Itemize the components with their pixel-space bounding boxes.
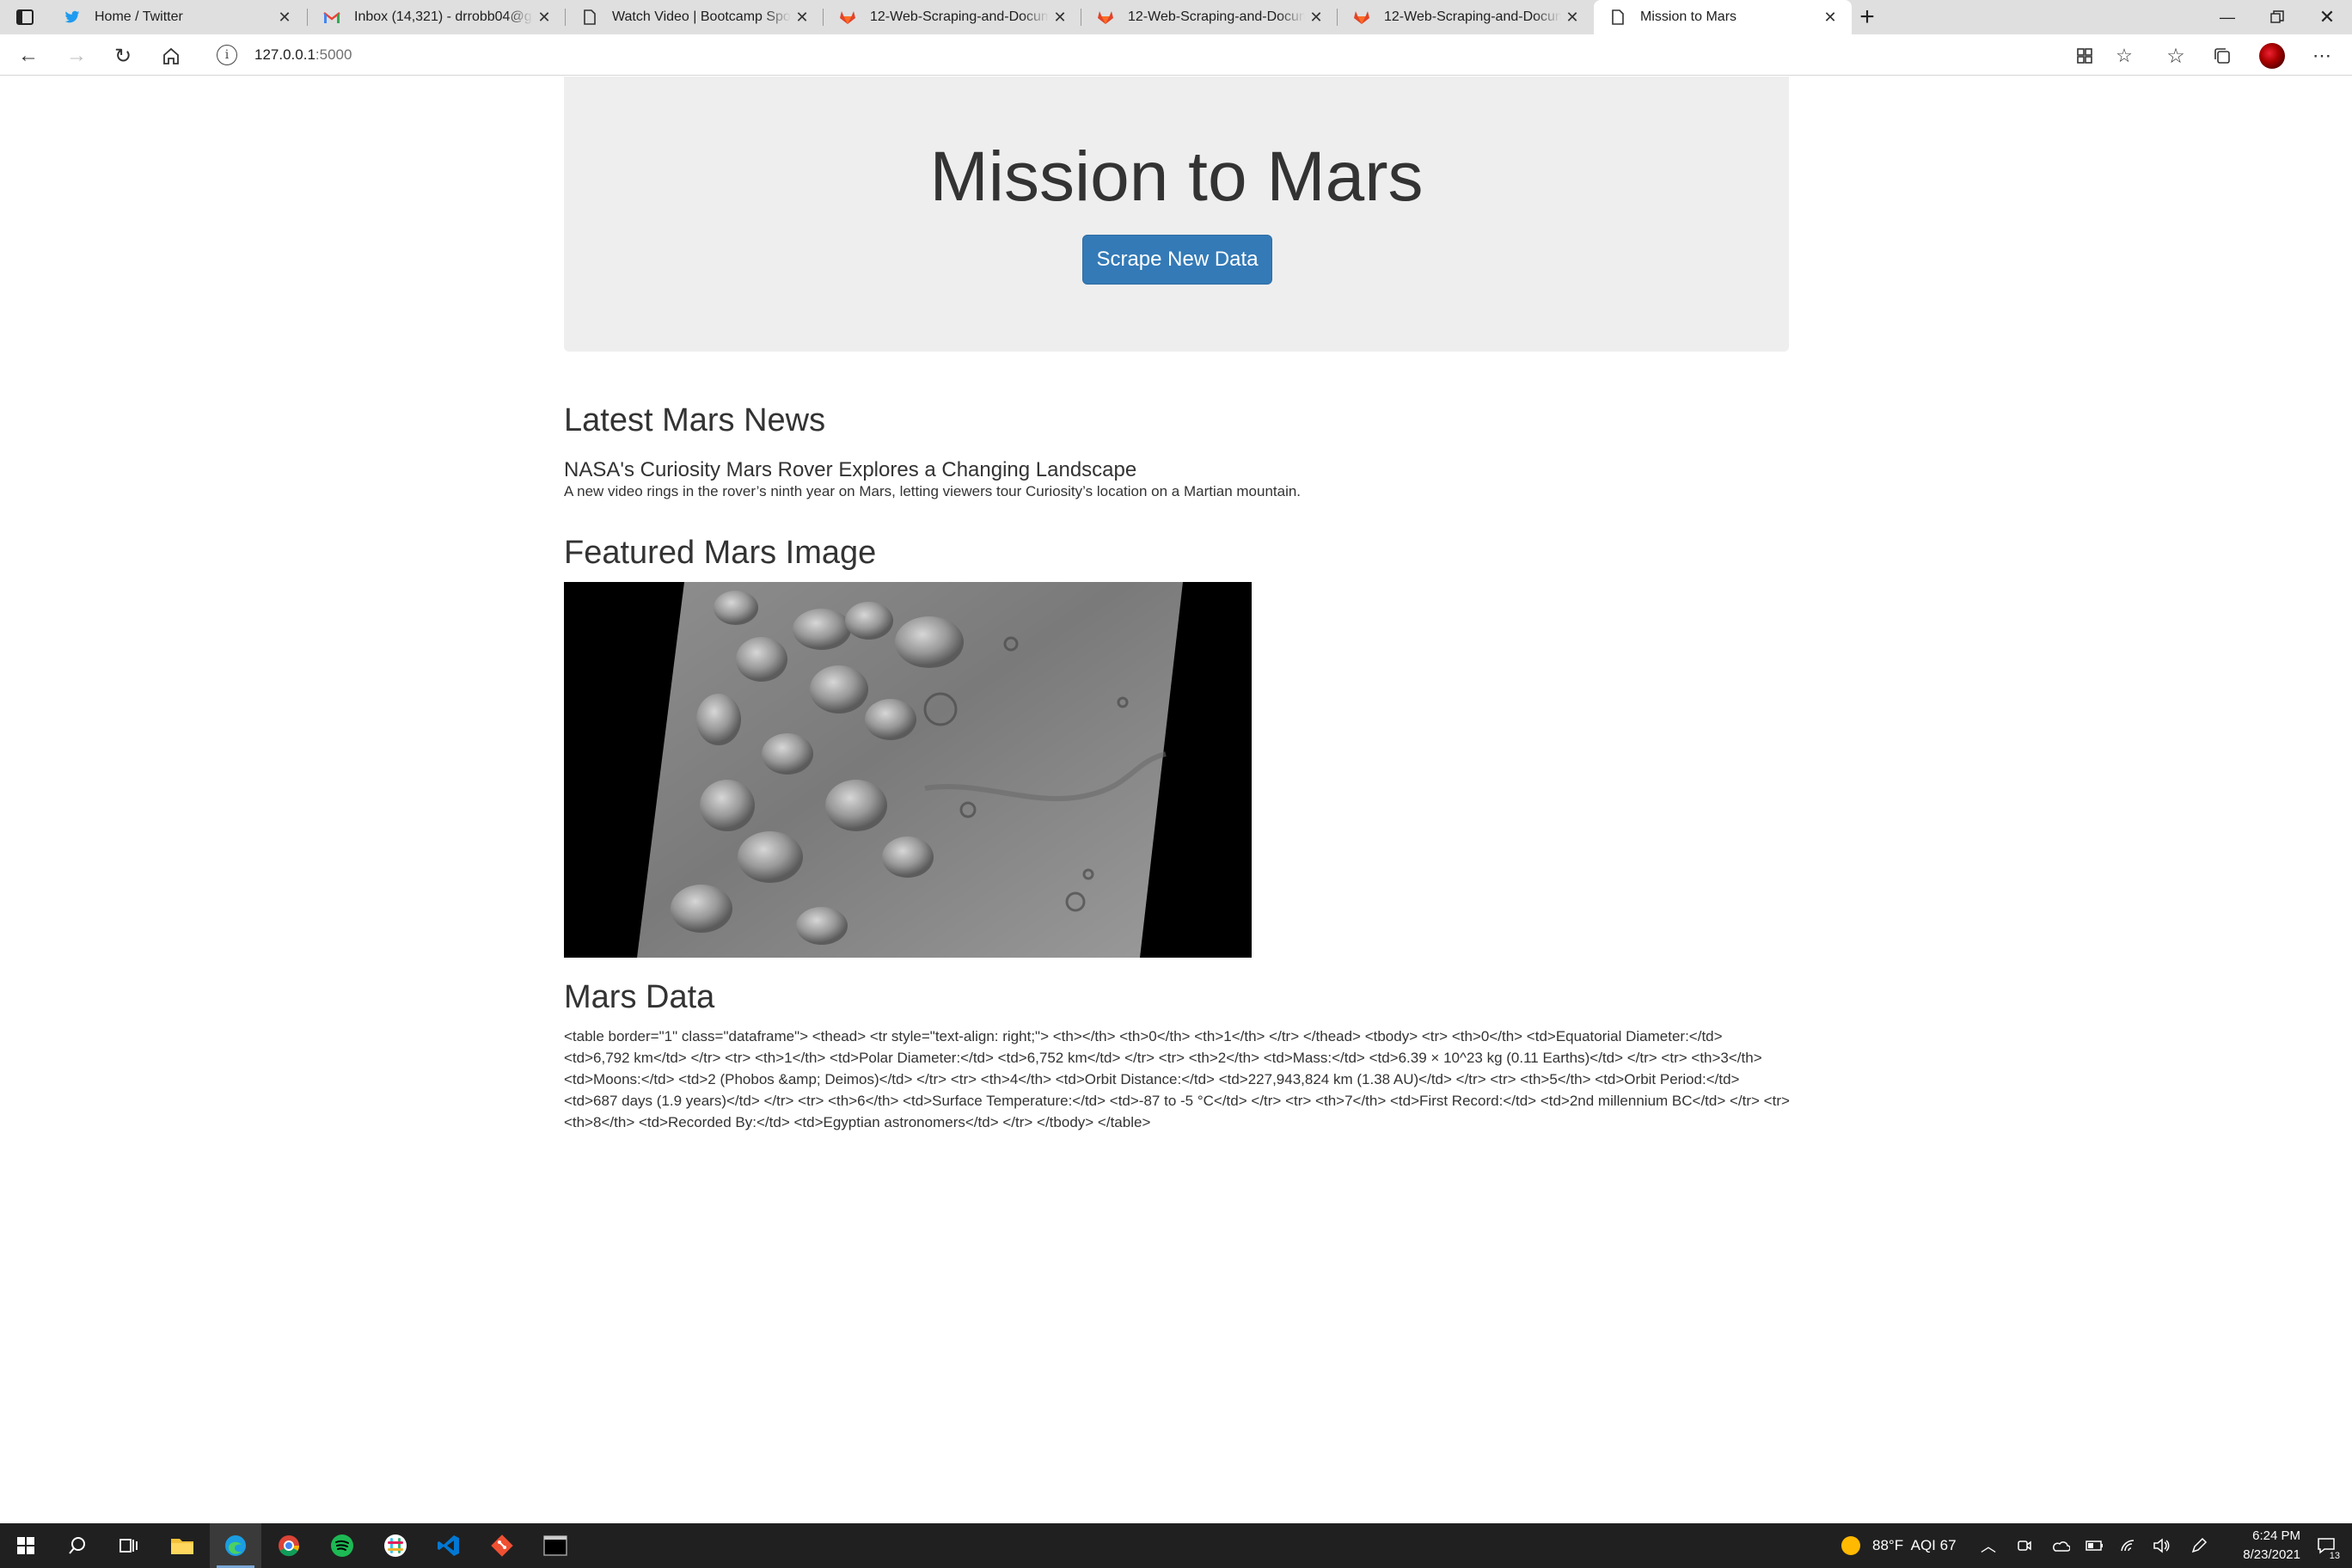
- new-tab-button[interactable]: +: [1843, 0, 1891, 34]
- close-tab-icon[interactable]: ✕: [1819, 9, 1841, 27]
- page-icon: [1609, 9, 1626, 26]
- home-icon[interactable]: [155, 40, 187, 72]
- tab-title: Watch Video | Bootcamp Spot: [612, 9, 791, 24]
- wifi-icon[interactable]: [2120, 1523, 2137, 1568]
- close-tab-icon[interactable]: ✕: [273, 9, 296, 27]
- avatar[interactable]: [2256, 40, 2288, 72]
- close-tab-icon[interactable]: ✕: [533, 9, 555, 27]
- tab-title: Mission to Mars: [1640, 9, 1737, 24]
- tab-gitlab-1[interactable]: 12-Web-Scraping-and-Document-Databases ✕: [824, 0, 1081, 34]
- app-available-icon[interactable]: [2068, 40, 2101, 72]
- tab-mission-to-mars[interactable]: Mission to Mars ✕: [1594, 0, 1852, 34]
- tab-title: 12-Web-Scraping-and-Document-Databases: [1128, 9, 1305, 24]
- add-favorite-icon[interactable]: ☆: [2108, 40, 2141, 72]
- file-explorer-icon[interactable]: [156, 1523, 208, 1568]
- tab-gmail[interactable]: Inbox (14,321) - drrobb04@gmail.com ✕: [308, 0, 566, 34]
- clock-date: 8/23/2021: [2243, 1547, 2300, 1562]
- task-view-icon[interactable]: [103, 1523, 155, 1568]
- tab-title: Inbox (14,321) - drrobb04@gmail.com: [354, 9, 533, 24]
- close-window-icon[interactable]: ✕: [2302, 0, 2352, 34]
- search-icon[interactable]: [52, 1523, 103, 1568]
- address-bar[interactable]: i 127.0.0.1:5000: [205, 38, 2113, 72]
- meet-now-icon[interactable]: [2017, 1523, 2032, 1568]
- twitter-bird-icon: [64, 9, 81, 26]
- tab-twitter[interactable]: Home / Twitter ✕: [48, 0, 306, 34]
- gmail-icon: [323, 9, 340, 26]
- slack-icon[interactable]: [370, 1523, 421, 1568]
- terminal-icon[interactable]: [530, 1523, 581, 1568]
- url-text: 127.0.0.1:5000: [254, 46, 352, 64]
- git-icon[interactable]: [476, 1523, 528, 1568]
- news-title: NASA's Curiosity Mars Rover Explores a C…: [564, 458, 1137, 481]
- weather-widget[interactable]: 88°F AQI 67: [1841, 1523, 1957, 1568]
- close-tab-icon[interactable]: ✕: [1049, 9, 1071, 27]
- tab-actions-icon[interactable]: [9, 1, 41, 34]
- weather-text: 88°F AQI 67: [1872, 1537, 1957, 1553]
- tab-bootcamp[interactable]: Watch Video | Bootcamp Spot ✕: [566, 0, 824, 34]
- news-paragraph: A new video rings in the rover’s ninth y…: [564, 483, 1302, 499]
- scrape-new-data-button[interactable]: Scrape New Data: [1082, 235, 1272, 285]
- gitlab-icon: [1353, 9, 1370, 26]
- sun-icon: [1841, 1536, 1860, 1555]
- close-tab-icon[interactable]: ✕: [791, 9, 813, 27]
- jumbotron: Mission to Mars Scrape New Data: [564, 77, 1789, 352]
- tab-gitlab-2[interactable]: 12-Web-Scraping-and-Document-Databases ✕: [1081, 0, 1338, 34]
- edge-browser-icon[interactable]: [210, 1523, 261, 1568]
- forward-arrow-icon[interactable]: →: [60, 40, 93, 72]
- mars-data-heading: Mars Data: [564, 979, 715, 1015]
- url-host: 127.0.0.1: [254, 46, 315, 63]
- windows-taskbar: 88°F AQI 67 ︿ 6:24 PM 8/23/2021 13: [0, 1523, 2352, 1568]
- notification-count: 13: [2327, 1551, 2342, 1561]
- spotify-icon[interactable]: [316, 1523, 368, 1568]
- windows-start-icon[interactable]: [0, 1523, 52, 1568]
- back-arrow-icon[interactable]: ←: [12, 40, 45, 72]
- show-hidden-icons[interactable]: ︿: [1981, 1523, 1996, 1568]
- vscode-icon[interactable]: [423, 1523, 475, 1568]
- url-port: :5000: [315, 46, 352, 63]
- pen-icon[interactable]: [2190, 1523, 2208, 1568]
- tab-title: 12-Web-Scraping-and-Document-Databases: [1384, 9, 1561, 24]
- featured-mars-image: [564, 582, 1252, 958]
- more-menu-icon[interactable]: ⋯: [2306, 40, 2338, 72]
- clock[interactable]: 6:24 PM 8/23/2021: [2226, 1523, 2300, 1568]
- restore-icon[interactable]: [2252, 0, 2302, 34]
- close-tab-icon[interactable]: ✕: [1561, 9, 1583, 27]
- tab-title: Home / Twitter: [95, 9, 183, 24]
- mars-data-raw-html: <table border="1" class="dataframe"> <th…: [564, 1028, 1790, 1130]
- volume-icon[interactable]: [2153, 1523, 2170, 1568]
- favorites-icon[interactable]: ☆: [2159, 40, 2192, 72]
- page-title: Mission to Mars: [929, 138, 1424, 216]
- close-tab-icon[interactable]: ✕: [1305, 9, 1327, 27]
- chrome-icon[interactable]: [263, 1523, 315, 1568]
- refresh-icon[interactable]: ↻: [107, 40, 139, 72]
- gitlab-icon: [839, 9, 856, 26]
- image-heading: Featured Mars Image: [564, 535, 877, 571]
- clock-time: 6:24 PM: [2252, 1528, 2300, 1543]
- browser-toolbar: ← → ↻ i 127.0.0.1:5000 ☆ ☆ ⋯: [0, 34, 2352, 76]
- battery-icon[interactable]: [2086, 1523, 2104, 1568]
- page-icon: [581, 9, 598, 26]
- collections-icon[interactable]: [2206, 40, 2239, 72]
- tab-title: 12-Web-Scraping-and-Document-Databases: [870, 9, 1049, 24]
- tab-gitlab-3[interactable]: 12-Web-Scraping-and-Document-Databases ✕: [1338, 0, 1594, 34]
- onedrive-icon[interactable]: [2051, 1523, 2070, 1568]
- browser-tab-strip: Home / Twitter ✕ Inbox (14,321) - drrobb…: [0, 0, 2352, 34]
- site-info-icon[interactable]: i: [217, 45, 237, 65]
- gitlab-icon: [1097, 9, 1114, 26]
- notification-center-icon[interactable]: 13: [2306, 1523, 2347, 1568]
- news-heading: Latest Mars News: [564, 402, 826, 438]
- minimize-icon[interactable]: —: [2202, 0, 2252, 34]
